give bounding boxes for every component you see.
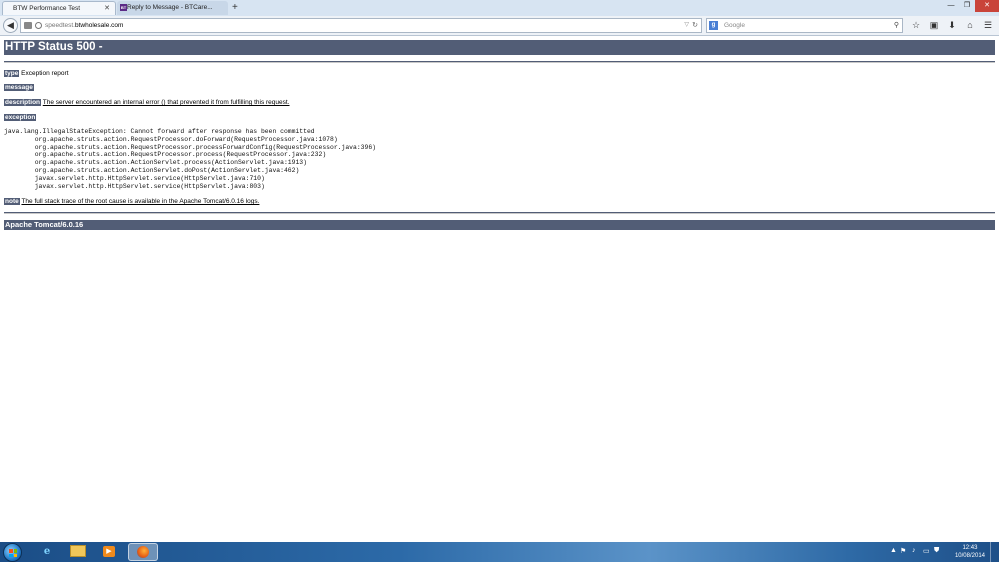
action-center-icon[interactable]: ⚑ [900,547,906,555]
site-identity-icon[interactable] [24,22,32,29]
type-value: Exception report [19,70,69,77]
show-desktop-button[interactable] [990,542,999,562]
system-tray: ▲ ⚑ ♪ ▭ ⛊ 12:43 10/08/2014 [884,542,999,562]
bookmarks-list-icon[interactable]: ▣ [925,18,943,33]
start-button[interactable] [3,543,22,562]
page-title: HTTP Status 500 - [4,40,995,55]
clock-date: 10/08/2014 [954,553,985,559]
message-label: message [4,84,34,91]
windows-logo-icon [9,549,17,557]
exception-label: exception [4,114,37,121]
bookmark-star-icon[interactable]: ☆ [907,18,925,33]
dropdown-arrow-icon[interactable]: ▽ [684,19,689,32]
error-page: HTTP Status 500 - type Exception report … [4,40,995,230]
window-controls: — ❐ ✕ [943,0,999,12]
stack-trace: java.lang.IllegalStateException: Cannot … [4,128,377,190]
tab-title: Reply to Message - BTCare... [127,4,213,11]
url-text[interactable]: speedtest.btwholesale.com [45,19,123,32]
media-player-icon[interactable]: ▶ [96,543,122,561]
new-tab-icon[interactable]: + [232,1,238,15]
volume-icon[interactable]: ♪ [912,547,916,554]
note-label: note [4,198,20,205]
menu-icon[interactable]: ☰ [979,18,997,33]
internet-explorer-icon[interactable]: e [34,543,60,561]
message-line: message [4,84,34,91]
clock[interactable]: 12:43 10/08/2014 [955,544,985,560]
browser-tab-strip: BTW Performance Test ✕ BT Reply to Messa… [0,0,999,16]
globe-icon [35,22,42,29]
divider [4,212,995,214]
note-line: note The full stack trace of the root ca… [4,198,259,205]
server-footer: Apache Tomcat/6.0.16 [4,220,995,230]
address-bar[interactable]: speedtest.btwholesale.com ▽ ↻ [20,18,702,33]
firefox-icon[interactable] [128,543,158,561]
taskbar: e ▶ ▲ ⚑ ♪ ▭ ⛊ 12:43 10/08/2014 [0,542,999,562]
close-tab-icon[interactable]: ✕ [104,2,110,16]
url-host: btwholesale.com [75,22,124,29]
security-icon[interactable]: ⛊ [934,547,939,555]
file-explorer-icon[interactable] [65,543,91,561]
home-icon[interactable]: ⌂ [961,18,979,33]
download-icon[interactable]: ⬇ [943,18,961,33]
show-hidden-icons-icon[interactable]: ▲ [890,547,897,554]
description-value: The server encountered an internal error… [42,99,290,106]
reload-icon[interactable]: ↻ [692,19,698,32]
description-label: description [4,99,42,106]
type-label: type [4,70,20,77]
bt-favicon-icon: BT [120,4,127,11]
type-line: type Exception report [4,70,69,77]
tab-reply-to-message[interactable]: BT Reply to Message - BTCare... [117,1,228,15]
search-placeholder: Google [724,22,745,29]
tab-btw-performance-test[interactable]: BTW Performance Test ✕ [2,1,116,15]
google-search-engine-icon[interactable]: g [709,21,718,30]
divider [4,61,995,63]
maximize-icon[interactable]: ❐ [959,0,975,12]
description-line: description The server encountered an in… [4,99,290,106]
url-subdomain: speedtest. [45,22,75,29]
tab-title: BTW Performance Test [13,5,81,12]
note-value: The full stack trace of the root cause i… [21,198,260,205]
minimize-icon[interactable]: — [943,0,959,12]
back-arrow-icon[interactable]: ◀ [3,18,18,33]
close-window-icon[interactable]: ✕ [975,0,999,12]
search-bar[interactable]: g Google ⚲ [706,18,903,33]
network-icon[interactable]: ▭ [923,547,930,555]
navigation-toolbar: ◀ speedtest.btwholesale.com ▽ ↻ g Google… [0,16,999,36]
toolbar-buttons: ☆ ▣ ⬇ ⌂ ☰ [907,18,997,33]
search-icon[interactable]: ⚲ [894,19,899,32]
exception-line: exception [4,114,37,121]
clock-time: 12:43 [962,545,978,551]
